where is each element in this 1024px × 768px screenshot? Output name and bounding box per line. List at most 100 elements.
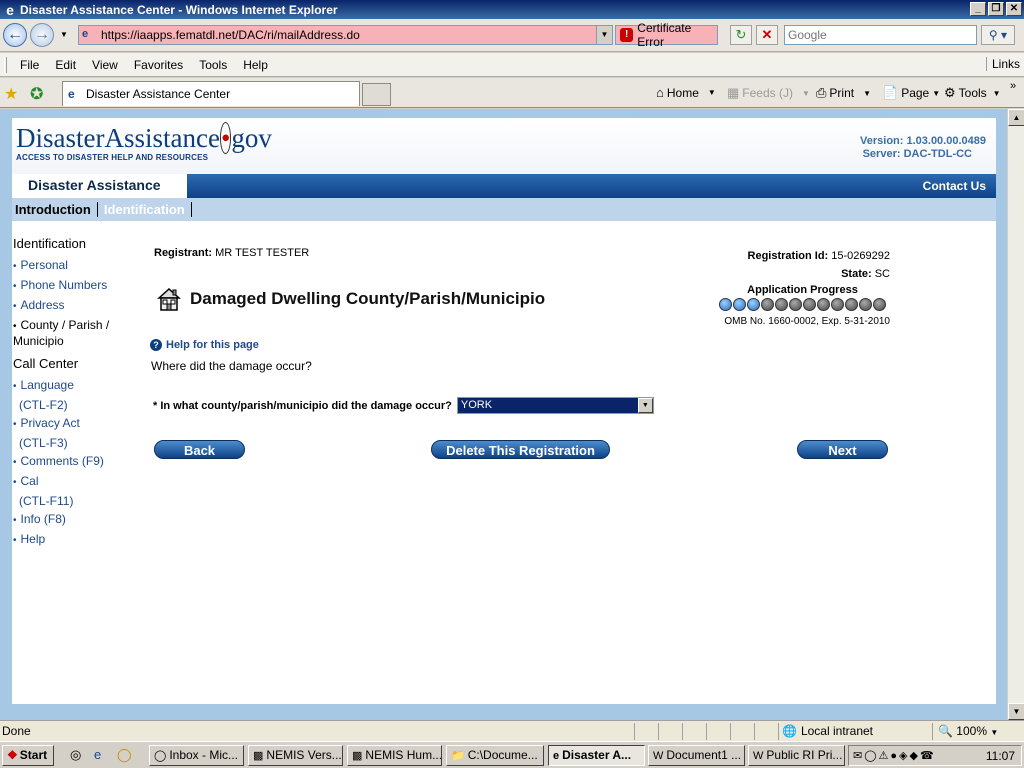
links-toolbar[interactable]: Links — [985, 57, 1020, 71]
printer-icon: ⎙ — [816, 85, 827, 100]
sidebar-item-address[interactable]: • Address — [13, 296, 133, 316]
next-page-button[interactable]: Next — [797, 440, 888, 459]
sidebar-item-personal[interactable]: • Personal — [13, 256, 133, 276]
quicklaunch-ie2-icon[interactable]: e — [94, 747, 101, 762]
bullet-icon: • — [13, 515, 17, 526]
url-dropdown-icon[interactable]: ▼ — [596, 26, 612, 44]
application-progress: Application Progress OMB No. 1660-0002, … — [715, 284, 890, 327]
sidebar-item-privacy-act[interactable]: • Privacy Act (CTL-F3) — [13, 414, 133, 452]
menu-bar: File Edit View Favorites Tools Help Link… — [0, 53, 1024, 77]
quicklaunch-ie-icon[interactable]: ◎ — [70, 747, 81, 763]
brand-main: DisasterAssistance — [16, 123, 220, 153]
ie-icon: e — [553, 750, 560, 762]
new-tab-button[interactable] — [362, 83, 391, 106]
restore-button[interactable]: ❐ — [988, 2, 1004, 16]
progress-dot-pending — [873, 298, 886, 311]
menu-file[interactable]: File — [12, 58, 47, 72]
page-menu-button[interactable]: 📄 Page ▼ — [882, 85, 940, 101]
identification-heading: Identification — [13, 236, 86, 251]
ie-icon: e — [6, 1, 14, 18]
tab-identification[interactable]: Identification — [98, 202, 192, 217]
tray-icons[interactable]: ✉◯⚠●◈◆☎ — [853, 749, 936, 762]
tab-introduction[interactable]: Introduction — [12, 202, 98, 217]
task-nemis-hum[interactable]: ▩ NEMIS Hum... — [347, 745, 442, 766]
security-zone[interactable]: 🌐 Local intranet — [782, 724, 873, 738]
certificate-error-button[interactable]: ! Certificate Error — [615, 21, 718, 49]
tools-menu-button[interactable]: ⚙ Tools ▼ — [944, 85, 1001, 101]
sidebar-item-phone-numbers[interactable]: • Phone Numbers — [13, 276, 133, 296]
progress-dot-complete — [719, 298, 732, 311]
sidebar-item-comments[interactable]: • Comments (F9) — [13, 452, 133, 472]
status-pane — [634, 723, 635, 740]
task-document1[interactable]: W Document1 ... — [648, 745, 745, 766]
tab-disaster-assistance[interactable]: e Disaster Assistance Center — [62, 81, 360, 106]
feeds-button[interactable]: ▦ Feeds (J) ▼ — [727, 85, 810, 101]
quicklaunch-outlook-icon[interactable]: ◯ — [117, 747, 132, 763]
favorites-star-icon[interactable]: ★ — [4, 84, 18, 104]
sidebar-item-cal[interactable]: • Cal (CTL-F11) — [13, 472, 133, 510]
brand-tld: gov — [231, 123, 272, 153]
zoom-control[interactable]: 🔍 100% ▼ — [938, 724, 998, 738]
add-favorites-icon[interactable]: ✪ — [30, 84, 43, 104]
nemis-icon: ▩ — [253, 750, 264, 762]
task-nemis-vers[interactable]: ▩ NEMIS Vers... — [248, 745, 343, 766]
window-title: Disaster Assistance Center - Windows Int… — [20, 2, 338, 17]
sub-navigation: Introduction Identification — [12, 198, 996, 221]
status-pane — [706, 723, 707, 740]
chevron-down-icon[interactable]: ▼ — [637, 398, 653, 413]
bullet-icon: • — [13, 477, 17, 488]
help-link[interactable]: ? Help for this page — [150, 339, 259, 351]
status-pane — [730, 723, 731, 740]
folder-icon: 📁 — [451, 750, 465, 762]
menu-favorites[interactable]: Favorites — [126, 58, 191, 72]
sidebar-item-language[interactable]: • Language (CTL-F2) — [13, 376, 133, 414]
browser-viewport: DisasterAssistance•gov ACCESS TO DISASTE… — [0, 109, 1024, 720]
county-select[interactable]: YORK ▼ — [456, 397, 654, 414]
menu-edit[interactable]: Edit — [47, 58, 84, 72]
bullet-icon: • — [13, 321, 17, 332]
bullet-icon: • — [13, 419, 17, 430]
forward-button[interactable]: → — [30, 23, 54, 47]
chevron-down-icon[interactable]: ▼ — [990, 728, 998, 737]
menu-help[interactable]: Help — [235, 58, 276, 72]
sidebar-item-info[interactable]: • Info (F8) — [13, 510, 133, 530]
search-input[interactable]: Google — [784, 25, 977, 45]
task-documents-folder[interactable]: 📁 C:\Docume... — [446, 745, 544, 766]
menu-view[interactable]: View — [84, 58, 126, 72]
progress-dot-complete — [747, 298, 760, 311]
scroll-down-icon[interactable]: ▼ — [1008, 703, 1024, 720]
menu-tools[interactable]: Tools — [191, 58, 235, 72]
where-text: Where did the damage occur? — [151, 359, 312, 373]
task-inbox[interactable]: ◯ Inbox - Mic... — [149, 745, 244, 766]
close-button[interactable]: ✕ — [1006, 2, 1022, 16]
progress-label: Application Progress — [747, 284, 858, 296]
contact-us-link[interactable]: Contact Us — [923, 179, 986, 193]
task-disaster-assistance[interactable]: e Disaster A... — [548, 745, 645, 766]
back-button[interactable]: ← — [3, 23, 27, 47]
search-button[interactable]: ⚲ ▾ — [981, 25, 1015, 45]
back-page-button[interactable]: Back — [154, 440, 245, 459]
print-button[interactable]: ⎙ Print ▼ — [816, 85, 871, 101]
address-field[interactable]: e https://iaapps.fematdl.net/DAC/ri/mail… — [78, 25, 613, 45]
refresh-button[interactable]: ↻ — [730, 25, 752, 45]
stop-button[interactable]: ✕ — [756, 25, 778, 45]
vertical-scrollbar[interactable]: ▲ ▼ — [1007, 109, 1024, 720]
delete-registration-button[interactable]: Delete This Registration — [431, 440, 610, 459]
zoom-level: 100% — [956, 724, 987, 738]
url-text[interactable]: https://iaapps.fematdl.net/DAC/ri/mailAd… — [101, 28, 360, 42]
toolbar-grip — [4, 56, 7, 73]
history-dropdown-icon[interactable]: ▼ — [60, 30, 68, 39]
zone-label: Local intranet — [800, 724, 873, 738]
site-logo[interactable]: DisasterAssistance•gov ACCESS TO DISASTE… — [16, 122, 272, 162]
chevron-more-icon[interactable]: » — [1010, 80, 1016, 92]
registrant-info: Registrant: MR TEST TESTER — [154, 247, 310, 259]
minimize-button[interactable]: _ — [970, 2, 986, 16]
bullet-icon: • — [13, 301, 17, 312]
word-icon: W — [653, 750, 664, 762]
start-button[interactable]: ❖ Start — [2, 745, 54, 766]
task-public-ri[interactable]: W Public RI Pri... — [748, 745, 845, 766]
tab-bar: ★ ✪ e Disaster Assistance Center ⌂ Home ▼… — [0, 78, 1024, 108]
sidebar-item-help[interactable]: • Help — [13, 530, 133, 550]
scroll-up-icon[interactable]: ▲ — [1008, 109, 1024, 126]
home-button[interactable]: ⌂ Home ▼ — [656, 85, 716, 100]
